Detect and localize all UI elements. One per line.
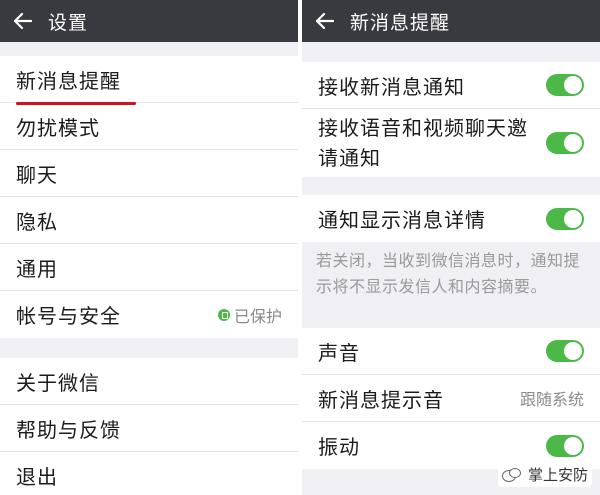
show-details-description: 若关闭，当收到微信消息时，通知提示将不显示发信人和内容摘要。 (302, 242, 600, 328)
vibrate-label: 振动 (318, 435, 360, 459)
settings-item-label: 聊天 (16, 162, 58, 187)
vibrate-toggle[interactable] (546, 434, 584, 457)
wechat-logo-icon (501, 467, 521, 482)
settings-item-about[interactable]: 关于微信 (0, 358, 298, 405)
settings-group-secondary: 关于微信 帮助与反馈 退出 (0, 358, 298, 495)
settings-item-label: 退出 (16, 465, 58, 489)
back-arrow-icon[interactable] (12, 10, 34, 32)
settings-screen: 设置 新消息提醒 勿扰模式 聊天 隐私 通用 帐号与安全 已保护 关于微信 帮助… (0, 0, 298, 495)
ringtone-row[interactable]: 新消息提示音 跟随系统 (302, 375, 600, 422)
settings-item-label: 通用 (16, 256, 58, 281)
sound-label: 声音 (318, 340, 360, 365)
settings-item-label: 帮助与反馈 (16, 417, 121, 442)
settings-item-label: 关于微信 (16, 370, 100, 395)
receive-new-message-label: 接收新消息通知 (318, 74, 465, 99)
show-details-toggle[interactable] (546, 207, 584, 230)
settings-item-help-feedback[interactable]: 帮助与反馈 (0, 405, 298, 452)
settings-item-label: 帐号与安全 (16, 304, 121, 328)
shield-icon (217, 308, 230, 321)
watermark: 掌上安防 (497, 462, 592, 487)
new-message-topbar: 新消息提醒 (302, 0, 600, 42)
settings-group-main: 新消息提醒 勿扰模式 聊天 隐私 通用 帐号与安全 已保护 (0, 56, 298, 338)
settings-item-new-message[interactable]: 新消息提醒 (0, 56, 298, 105)
notification-group: 接收新消息通知 接收语音和视频聊天邀请通知 (302, 62, 600, 177)
settings-topbar: 设置 (0, 0, 298, 42)
receive-voice-video-toggle[interactable] (546, 132, 584, 154)
settings-item-label: 勿扰模式 (16, 115, 100, 140)
new-message-screen: 新消息提醒 接收新消息通知 接收语音和视频聊天邀请通知 通知显示消息详情 若关闭… (302, 0, 600, 495)
settings-item-account-security[interactable]: 帐号与安全 已保护 (0, 291, 298, 338)
settings-item-chat[interactable]: 聊天 (0, 150, 298, 197)
watermark-text: 掌上安防 (527, 466, 588, 484)
show-details-label: 通知显示消息详情 (318, 208, 486, 232)
ringtone-value: 跟随系统 (519, 390, 584, 409)
receive-new-message-row: 接收新消息通知 (302, 62, 600, 109)
settings-item-logout[interactable]: 退出 (0, 452, 298, 495)
ringtone-label: 新消息提示音 (318, 387, 444, 412)
settings-title: 设置 (48, 11, 89, 34)
receive-voice-video-label: 接收语音和视频聊天邀请通知 (318, 116, 528, 170)
sound-row: 声音 (302, 328, 600, 375)
sound-toggle[interactable] (546, 340, 584, 362)
show-details-row: 通知显示消息详情 (302, 195, 600, 242)
receive-new-message-toggle[interactable] (546, 74, 584, 96)
account-status: 已保护 (217, 303, 282, 327)
receive-voice-video-row: 接收语音和视频聊天邀请通知 (302, 109, 600, 177)
settings-item-do-not-disturb[interactable]: 勿扰模式 (0, 103, 298, 150)
account-status-text: 已保护 (233, 306, 282, 326)
settings-item-label: 隐私 (16, 209, 58, 234)
back-arrow-icon[interactable] (314, 10, 336, 32)
settings-item-general[interactable]: 通用 (0, 244, 298, 291)
settings-item-privacy[interactable]: 隐私 (0, 197, 298, 244)
details-group: 通知显示消息详情 (302, 195, 600, 242)
settings-item-label: 新消息提醒 (16, 68, 121, 93)
sound-group: 声音 新消息提示音 跟随系统 振动 (302, 328, 600, 469)
new-message-title: 新消息提醒 (350, 11, 451, 34)
